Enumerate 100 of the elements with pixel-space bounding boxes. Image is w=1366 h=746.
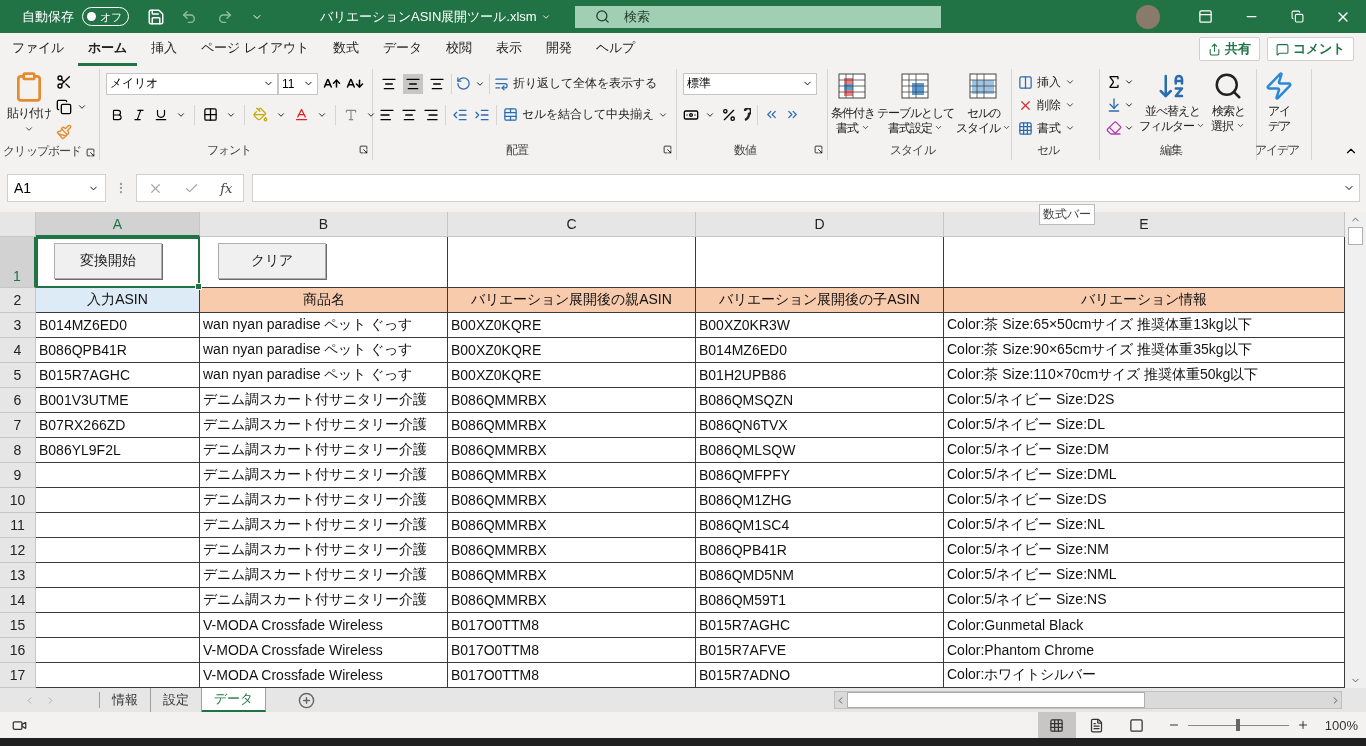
sort-filter-button[interactable]: 並べ替えと フィルター (1138, 71, 1207, 134)
menu-tab[interactable]: 数式 (322, 32, 369, 66)
wrap-text-icon[interactable] (494, 76, 509, 91)
launcher-icon[interactable] (663, 145, 672, 154)
add-sheet-icon[interactable] (298, 691, 315, 709)
scissors-icon[interactable] (56, 74, 72, 90)
column-header[interactable]: A (36, 212, 200, 237)
search-icon[interactable] (1213, 71, 1243, 101)
menu-tab[interactable]: ページ レイアウト (191, 32, 319, 66)
sheet-tab[interactable]: データ (202, 688, 266, 712)
comment-icon[interactable] (1276, 42, 1289, 56)
italic-icon[interactable] (132, 107, 146, 122)
launcher-icon[interactable] (86, 148, 95, 157)
caret-icon[interactable] (77, 102, 87, 112)
eraser-icon[interactable] (1106, 120, 1122, 136)
undo-icon[interactable] (181, 8, 197, 25)
menu-tab[interactable]: データ (372, 32, 432, 66)
scroll-thumb[interactable] (847, 692, 1145, 708)
row-header[interactable]: 6 (0, 388, 36, 413)
caret-icon[interactable] (1065, 123, 1075, 133)
share-icon[interactable] (1208, 42, 1221, 56)
menu-tab[interactable]: 校閲 (435, 32, 482, 66)
merge-cells-icon[interactable] (503, 107, 518, 122)
caret-icon[interactable] (860, 123, 870, 132)
form-button[interactable]: 変換開始 (54, 243, 162, 279)
paste-button[interactable]: 貼り付け (6, 71, 52, 134)
menu-tab[interactable]: 挿入 (141, 32, 187, 66)
phonetic-icon[interactable] (344, 107, 358, 122)
row-header[interactable]: 10 (0, 488, 36, 513)
caret-icon[interactable] (1196, 121, 1206, 130)
column-header[interactable]: D (696, 212, 944, 237)
row-header[interactable]: 17 (0, 663, 36, 688)
borders-icon[interactable] (203, 107, 218, 122)
row-header[interactable]: 1 (0, 237, 36, 288)
row-header[interactable]: 15 (0, 613, 36, 638)
caret-icon[interactable] (1124, 77, 1134, 87)
cells-button[interactable]: 書式 (1018, 117, 1075, 139)
fill-handle[interactable] (195, 283, 202, 290)
merge-center-button[interactable]: セルを結合して中央揃え (503, 103, 668, 126)
insert-cells-icon[interactable] (1018, 74, 1033, 90)
caret-icon[interactable] (1235, 121, 1245, 130)
number-format-field[interactable]: 標準 (683, 72, 817, 95)
share-button[interactable]: 共有 (1199, 37, 1260, 61)
caret-icon[interactable] (1124, 123, 1134, 133)
search-field[interactable]: 検索 (575, 5, 941, 28)
bold-icon[interactable] (110, 107, 124, 122)
style-button[interactable]: テーブルとして 書式設定 (876, 71, 955, 136)
menu-tab[interactable]: ヘルプ (585, 32, 645, 66)
menu-tab[interactable]: 表示 (485, 32, 532, 66)
caret-icon[interactable] (1124, 100, 1134, 110)
style-button[interactable]: セルの スタイル (955, 71, 1013, 136)
scroll-thumb[interactable] (1348, 227, 1363, 245)
row-header[interactable]: 13 (0, 563, 36, 588)
menu-tab[interactable]: ホーム (78, 32, 137, 66)
row-header[interactable]: 7 (0, 413, 36, 438)
form-button[interactable]: クリア (218, 243, 326, 279)
menu-tab[interactable]: 開発 (535, 32, 582, 66)
sheet-tab[interactable]: 情報 (100, 688, 151, 712)
name-box[interactable]: A1 (7, 174, 106, 202)
column-header[interactable]: C (448, 212, 696, 237)
row-header[interactable]: 2 (0, 288, 36, 313)
row-header[interactable]: 11 (0, 513, 36, 538)
row-header[interactable]: 14 (0, 588, 36, 613)
redo-icon[interactable] (217, 8, 233, 25)
row-header[interactable]: 3 (0, 313, 36, 338)
lightning-icon[interactable] (1264, 71, 1294, 101)
underline-icon[interactable] (154, 107, 168, 122)
zoom-level[interactable]: 100% (1324, 717, 1358, 733)
horizontal-scrollbar[interactable] (834, 691, 1342, 709)
ideas-button[interactable]: アイ デア (1263, 71, 1295, 134)
row-header[interactable]: 12 (0, 538, 36, 563)
row-header[interactable]: 8 (0, 438, 36, 463)
find-select-button[interactable]: 検索と 選択 (1210, 71, 1246, 134)
caret-icon[interactable] (1002, 123, 1012, 132)
comment-button[interactable]: コメント (1267, 37, 1354, 61)
copy-icon[interactable] (56, 99, 72, 115)
save-icon[interactable] (147, 7, 165, 26)
caret-icon[interactable] (1065, 77, 1075, 87)
sum-icon[interactable] (1106, 74, 1122, 90)
cells-button[interactable]: 挿入 (1018, 71, 1075, 93)
insert-function-button[interactable]: fx (220, 180, 233, 196)
caret-icon[interactable] (934, 123, 944, 132)
wrap-text-button[interactable]: 折り返して全体を表示する (494, 72, 657, 95)
normal-view-icon[interactable] (1037, 712, 1076, 738)
restore-icon[interactable] (1290, 10, 1304, 23)
format-cells-icon[interactable] (1018, 120, 1033, 136)
percent-icon[interactable] (721, 106, 737, 123)
vertical-align-icon[interactable] (403, 73, 423, 94)
row-header[interactable]: 9 (0, 463, 36, 488)
row-header[interactable]: 4 (0, 338, 36, 363)
menu-tab[interactable]: ファイル (2, 32, 74, 66)
cells-button[interactable]: 削除 (1018, 94, 1075, 116)
column-header[interactable]: B (200, 212, 448, 237)
comma-icon[interactable] (743, 107, 751, 122)
style-button[interactable]: 条件付き 書式 (830, 71, 876, 136)
zoom-in-icon[interactable] (1296, 719, 1309, 731)
row-header[interactable]: 5 (0, 363, 36, 388)
file-name[interactable]: バリエーションASIN展開ツール.xlsm (320, 7, 575, 26)
launcher-icon[interactable] (359, 145, 368, 154)
caret-icon[interactable] (24, 124, 34, 134)
